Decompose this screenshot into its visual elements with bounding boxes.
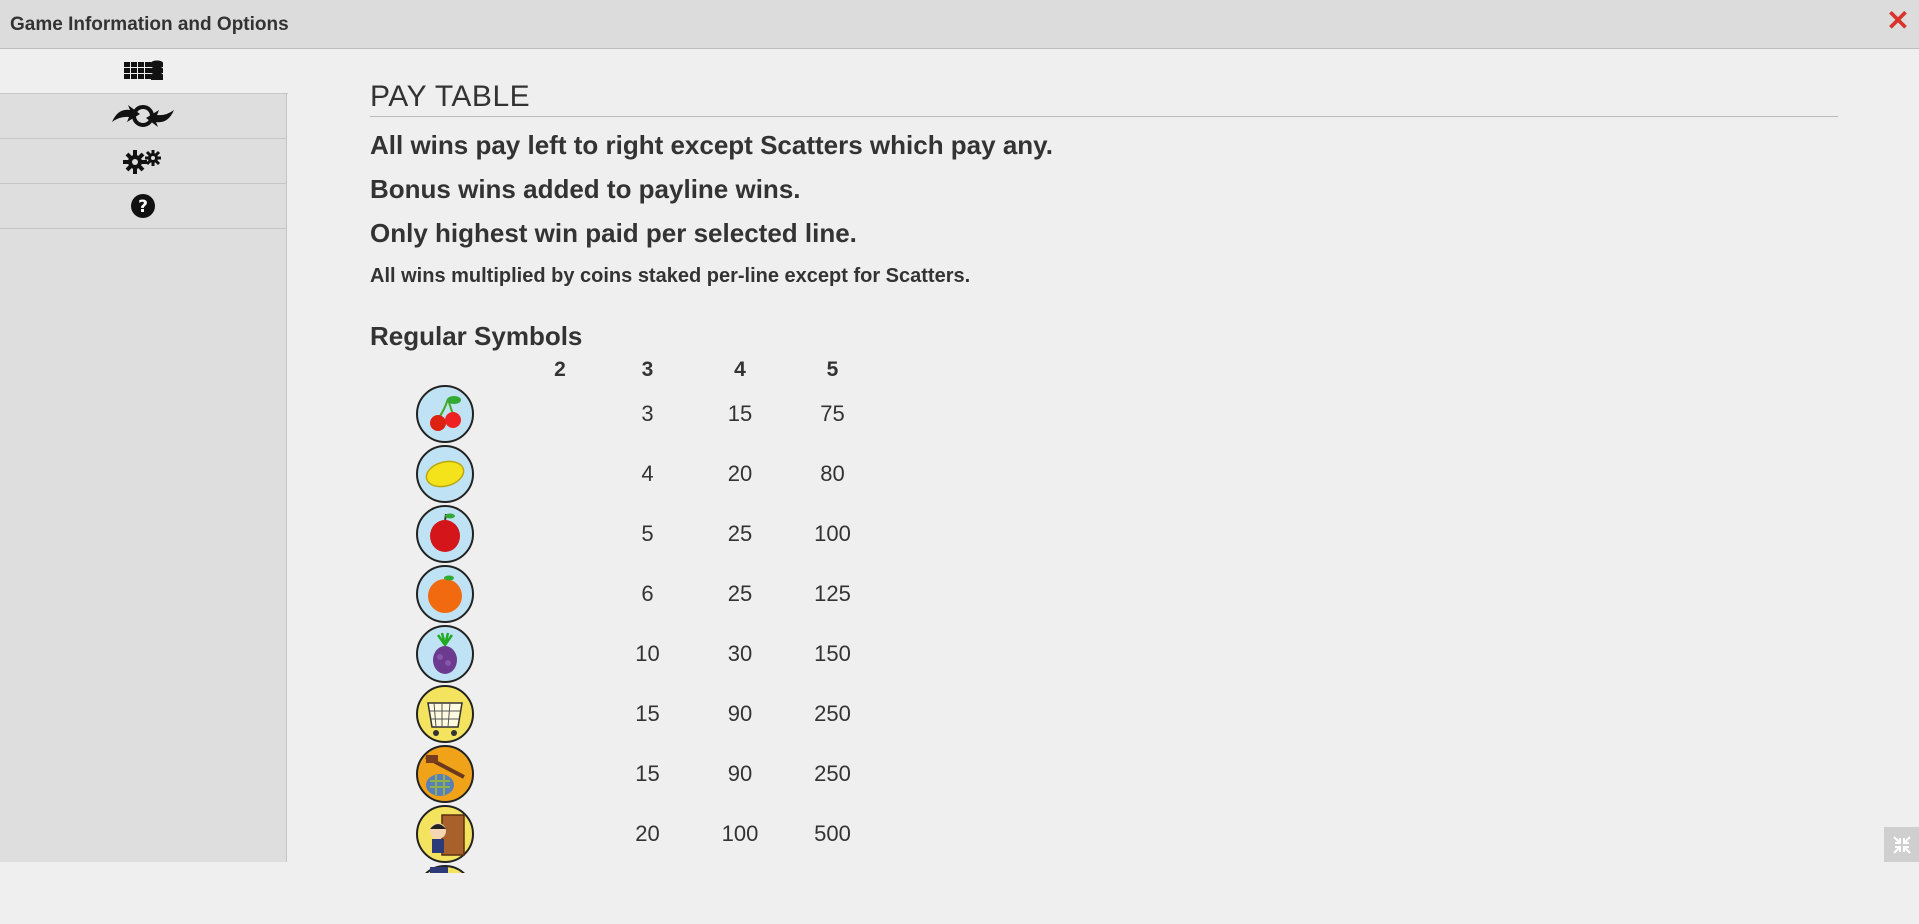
pay-cell: 5 <box>641 521 654 546</box>
table-row: 5 25 100 <box>370 504 880 564</box>
pay-cell: 150 <box>814 641 851 666</box>
character-icon <box>416 805 474 863</box>
column-header: 3 <box>641 358 654 381</box>
pay-cell: 80 <box>820 461 845 486</box>
orange-icon <box>416 565 474 623</box>
pay-cell: 10 <box>635 641 660 666</box>
rule-text: Bonus wins added to payline wins. <box>370 174 801 204</box>
pay-cell <box>520 744 600 804</box>
multiplier-note: All wins multiplied by coins staked per-… <box>370 265 971 287</box>
rule-text: Only highest win paid per selected line. <box>370 218 857 248</box>
symbol-column-header <box>370 356 520 384</box>
pay-cell: 25 <box>727 521 753 546</box>
pay-cell: 90 <box>727 701 753 726</box>
pay-cell: 15 <box>635 761 660 786</box>
pay-cell: 500 <box>814 821 851 846</box>
column-header: 2 <box>554 358 566 381</box>
table-header-row: 2 3 4 5 <box>370 356 880 384</box>
pay-cell: 250 <box>814 701 851 726</box>
tab-autoplay[interactable] <box>0 94 286 139</box>
pay-cell <box>520 684 600 744</box>
minimize-icon[interactable] <box>1884 827 1919 862</box>
pay-cell: 100 <box>814 521 851 546</box>
pay-cell: 20 <box>727 461 753 486</box>
pay-cell: 25 <box>727 581 753 606</box>
cherry-icon <box>416 385 474 443</box>
pay-cell: 250 <box>814 761 851 786</box>
pay-cell <box>520 504 600 564</box>
tab-settings[interactable] <box>0 139 286 184</box>
apple-icon <box>416 505 474 563</box>
table-row: 15 90 250 <box>370 684 880 744</box>
autoplay-icon <box>112 105 174 127</box>
section-title: Regular Symbols <box>370 321 583 351</box>
page-title: PAY TABLE <box>370 80 1838 117</box>
pay-cell: 4 <box>641 461 654 486</box>
table-row-partial <box>370 864 880 924</box>
table-row: 3 15 75 <box>370 384 880 444</box>
svg-text:?: ? <box>138 197 148 217</box>
table-row: 10 30 150 <box>370 624 880 684</box>
sidebar: ? <box>0 49 288 862</box>
pay-cell: 75 <box>820 401 845 426</box>
table-row: 15 90 250 <box>370 744 880 804</box>
pay-cell <box>520 384 600 444</box>
close-icon[interactable]: ✕ <box>1885 7 1911 35</box>
window-title: Game Information and Options <box>10 14 289 35</box>
title-bar: Game Information and Options ✕ <box>0 0 1919 49</box>
settings-icon <box>123 150 161 174</box>
bindle-icon <box>416 745 474 803</box>
pay-cell: 30 <box>727 641 753 666</box>
next-symbol-icon <box>416 865 474 873</box>
pay-cell: 100 <box>721 821 759 846</box>
table-row: 20 100 500 <box>370 804 880 864</box>
lemon-icon <box>416 445 474 503</box>
rule-text: All wins pay left to right except Scatte… <box>370 130 1053 160</box>
grapes-icon <box>416 625 474 683</box>
pay-cell: 3 <box>641 401 654 426</box>
column-header: 4 <box>734 358 746 381</box>
pay-cell <box>520 804 600 864</box>
table-row: 4 20 80 <box>370 444 880 504</box>
pay-table: 2 3 4 5 3 15 75 4 20 80 5 25 100 6 25 12… <box>370 356 880 924</box>
paytable-panel: PAY TABLE All wins pay left to right exc… <box>370 80 1838 924</box>
pay-cell: 6 <box>641 581 654 606</box>
pay-cell <box>520 564 600 624</box>
tab-paytable[interactable] <box>0 49 288 94</box>
tab-help[interactable]: ? <box>0 184 286 229</box>
pay-cell <box>520 444 600 504</box>
pay-cell: 125 <box>814 581 851 606</box>
column-header: 5 <box>826 358 839 381</box>
paytable-icon <box>124 60 163 80</box>
pay-cell <box>520 624 600 684</box>
pay-cell: 90 <box>727 761 753 786</box>
pay-cell: 15 <box>727 401 753 426</box>
pay-cell: 15 <box>635 701 660 726</box>
basket-icon <box>416 685 474 743</box>
help-icon: ? <box>131 194 155 218</box>
table-row: 6 25 125 <box>370 564 880 624</box>
pay-cell: 20 <box>635 821 660 846</box>
